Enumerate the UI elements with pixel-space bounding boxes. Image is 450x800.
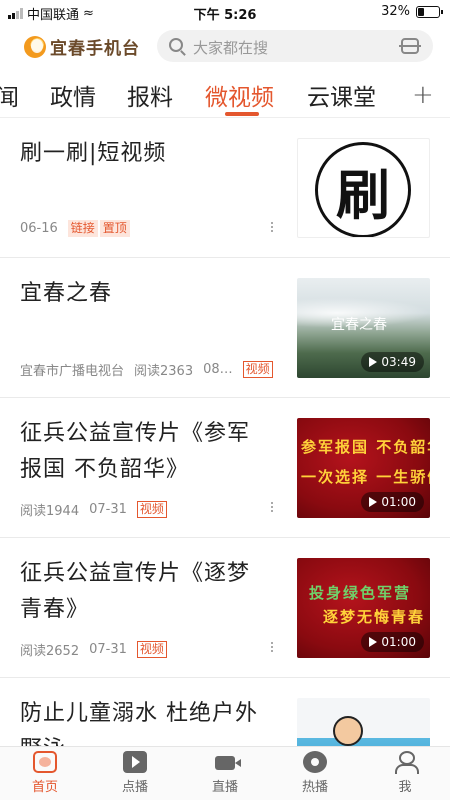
- item-date: 07-31: [89, 642, 127, 657]
- list-item[interactable]: 征兵公益宣传片《参军报国 不负韶华》 阅读1944 07-31 视频 参军报国 …: [0, 398, 450, 538]
- nav-label: 首页: [31, 780, 58, 795]
- brush-logo: 刷: [315, 142, 411, 237]
- thumb-caption: 宜春之春: [331, 317, 387, 333]
- item-date: 08…: [203, 362, 233, 377]
- nav-label: 我: [398, 780, 412, 795]
- status-bar: 中国联通 ≈ 下午 5:26 32%: [0, 0, 450, 24]
- scan-icon[interactable]: [399, 38, 421, 54]
- channel-tabs: 闻 政情 报料 微视频 云课堂 +: [0, 70, 450, 118]
- add-channel-button[interactable]: +: [412, 80, 434, 110]
- item-title: 宜春之春: [20, 281, 113, 306]
- active-tab-indicator: [225, 112, 259, 116]
- app-header: 宜春手机台 大家都在搜: [0, 26, 450, 66]
- thumb-slogan: 投身绿色军营: [309, 584, 412, 602]
- list-item[interactable]: 宜春之春 宜春市广播电视台 阅读2363 08… 视频 宜春之春 03:49: [0, 258, 450, 398]
- duration-text: 03:49: [381, 355, 416, 369]
- nav-label: 直播: [211, 780, 238, 795]
- item-thumbnail: 宜春之春 03:49: [297, 278, 430, 378]
- film-reel-icon: [303, 751, 327, 773]
- nav-on-demand[interactable]: 点播: [105, 751, 165, 795]
- nav-me[interactable]: 我: [375, 751, 435, 795]
- item-thumbnail: [297, 698, 430, 746]
- search-placeholder: 大家都在搜: [193, 39, 269, 57]
- duration-text: 01:00: [381, 495, 416, 509]
- item-reads: 阅读2363: [134, 364, 194, 379]
- live-camera-icon: [215, 756, 241, 770]
- video-tag: 视频: [136, 641, 167, 658]
- item-title: 征兵公益宣传片《参军报国 不负韶华》: [20, 421, 251, 482]
- tab-micro-video[interactable]: 微视频: [205, 78, 274, 112]
- item-reads: 阅读2652: [20, 644, 80, 659]
- play-icon: [369, 357, 378, 367]
- on-demand-icon: [123, 751, 147, 773]
- home-icon: [33, 751, 57, 773]
- item-date: 06-16: [20, 221, 58, 236]
- item-meta: 阅读1944 07-31 视频: [20, 500, 167, 519]
- more-icon[interactable]: [270, 502, 274, 516]
- item-source: 宜春市广播电视台: [20, 364, 125, 379]
- logo-icon: [24, 35, 46, 58]
- video-duration: 03:49: [361, 352, 424, 372]
- pinned-tag: 置顶: [99, 220, 130, 237]
- bottom-navigation: 首页 点播 直播 热播 我: [0, 746, 450, 800]
- battery-icon: [416, 5, 443, 18]
- news-feed: 刷一刷|短视频 06-16 链接 置顶 刷 宜春之春 宜春市广播电视台 阅读23…: [0, 118, 450, 746]
- nav-home[interactable]: 首页: [15, 751, 75, 795]
- battery-percent: 32%: [381, 4, 410, 19]
- list-item[interactable]: 刷一刷|短视频 06-16 链接 置顶 刷: [0, 118, 450, 258]
- tab-politics[interactable]: 政情: [50, 78, 96, 112]
- thumb-slogan: 参军报国 不负韶华: [301, 438, 430, 456]
- duration-text: 01:00: [381, 635, 416, 649]
- item-title: 刷一刷|短视频: [20, 141, 167, 166]
- search-input[interactable]: 大家都在搜: [157, 30, 433, 62]
- item-title: 征兵公益宣传片《逐梦青春》: [20, 561, 251, 622]
- tab-news[interactable]: 闻: [0, 78, 19, 112]
- tab-report[interactable]: 报料: [127, 78, 173, 112]
- item-thumbnail: 投身绿色军营 逐梦无悔青春 01:00: [297, 558, 430, 658]
- link-tag: 链接: [67, 220, 98, 237]
- item-thumbnail: 刷: [297, 138, 430, 238]
- nav-label: 点播: [121, 780, 148, 795]
- swimmer-illustration: [333, 716, 363, 746]
- video-duration: 01:00: [361, 632, 424, 652]
- video-tag: 视频: [136, 501, 167, 518]
- item-meta: 06-16 链接 置顶: [20, 220, 130, 237]
- video-tag: 视频: [242, 361, 273, 378]
- nav-label: 热播: [301, 780, 328, 795]
- more-icon[interactable]: [270, 642, 274, 656]
- video-duration: 01:00: [361, 492, 424, 512]
- play-icon: [369, 637, 378, 647]
- play-icon: [369, 497, 378, 507]
- item-title: 防止儿童溺水 杜绝户外野泳: [20, 701, 258, 746]
- item-thumbnail: 参军报国 不负韶华 一次选择 一生骄傲 01:00: [297, 418, 430, 518]
- app-logo[interactable]: 宜春手机台: [24, 34, 140, 59]
- status-right: 32%: [381, 4, 443, 19]
- item-meta: 宜春市广播电视台 阅读2363 08… 视频: [20, 360, 273, 379]
- thumb-slogan: 逐梦无悔青春: [323, 608, 426, 626]
- item-date: 07-31: [89, 502, 127, 517]
- nav-hot[interactable]: 热播: [285, 751, 345, 795]
- item-reads: 阅读1944: [20, 504, 80, 519]
- user-icon: [393, 751, 419, 774]
- app-title: 宜春手机台: [50, 39, 140, 59]
- nav-live[interactable]: 直播: [195, 751, 255, 795]
- item-meta: 阅读2652 07-31 视频: [20, 640, 167, 659]
- list-item[interactable]: 征兵公益宣传片《逐梦青春》 阅读2652 07-31 视频 投身绿色军营 逐梦无…: [0, 538, 450, 678]
- thumb-slogan: 一次选择 一生骄傲: [301, 468, 430, 486]
- more-icon[interactable]: [270, 222, 274, 236]
- search-icon: [169, 38, 183, 52]
- list-item[interactable]: 防止儿童溺水 杜绝户外野泳: [0, 678, 450, 746]
- tab-cloud-class[interactable]: 云课堂: [307, 78, 376, 112]
